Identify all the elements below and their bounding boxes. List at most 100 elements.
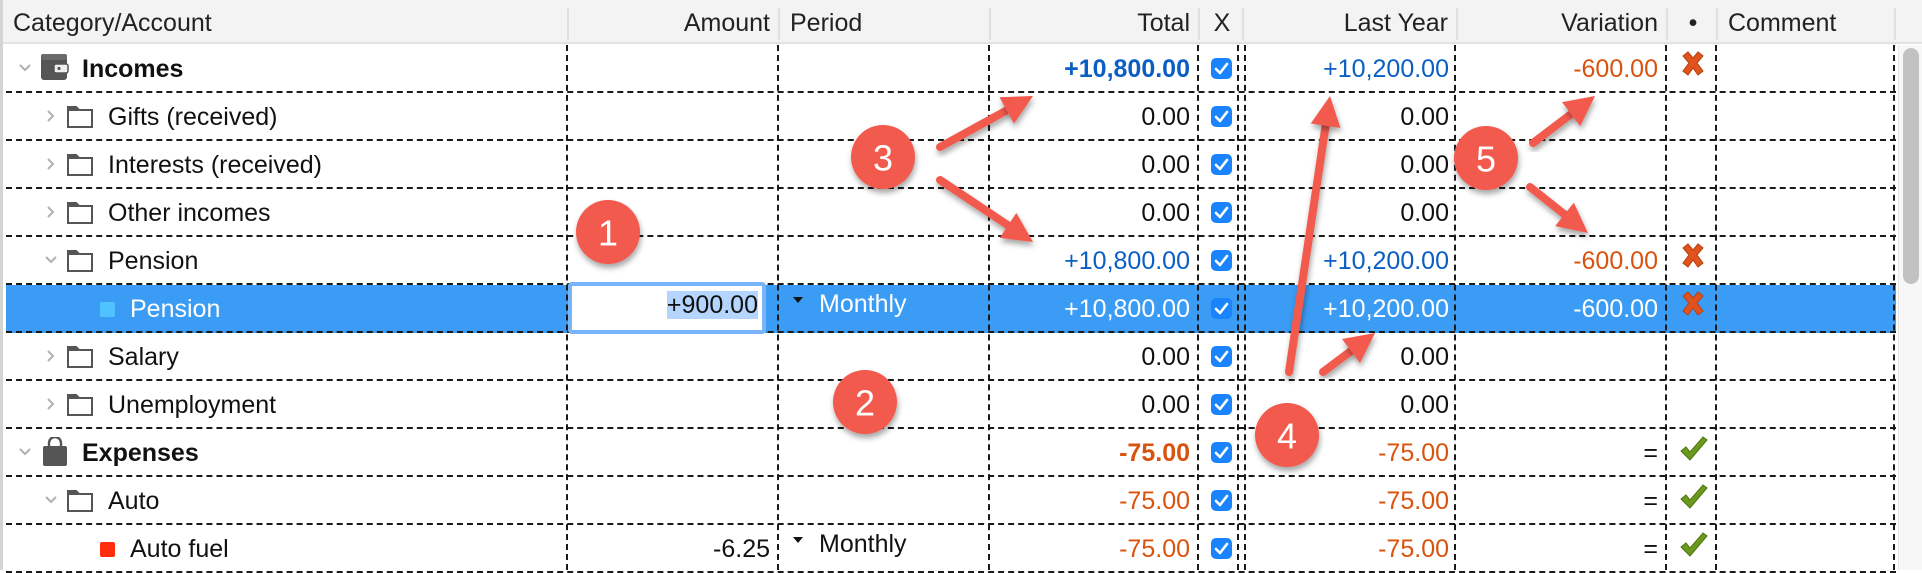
- table-row[interactable]: Incomes +10,800.00 +10,200.00 -600.00: [6, 45, 1896, 93]
- include-checkbox[interactable]: [1200, 333, 1240, 379]
- chevron-down-icon[interactable]: [18, 445, 31, 457]
- chevron-right-icon[interactable]: [44, 157, 56, 170]
- last-year-cell: +10,200.00: [1323, 247, 1449, 275]
- amount-cell[interactable]: -6.25: [569, 525, 780, 571]
- comment-cell[interactable]: [1718, 381, 1896, 427]
- chevron-right-icon[interactable]: [44, 205, 56, 218]
- table-header: Category/Account Amount Period Total X L…: [3, 0, 1922, 44]
- checkbox-checked-icon[interactable]: [1211, 394, 1232, 415]
- variation-cell: =: [1643, 487, 1658, 515]
- amount-cell[interactable]: [569, 93, 780, 139]
- table-row[interactable]: Gifts (received) 0.00 0.00: [6, 93, 1896, 141]
- column-header-comment[interactable]: Comment: [1718, 0, 1896, 42]
- amount-cell[interactable]: [569, 381, 780, 427]
- table-row[interactable]: Other incomes 0.00 0.00: [6, 189, 1896, 237]
- checkbox-checked-icon[interactable]: [1211, 250, 1232, 271]
- table-row[interactable]: Unemployment 0.00 0.00: [6, 381, 1896, 429]
- chevron-down-icon[interactable]: [44, 493, 57, 505]
- total-cell: 0.00: [1141, 199, 1190, 227]
- amount-cell[interactable]: [569, 45, 780, 91]
- comment-cell[interactable]: [1718, 189, 1896, 235]
- table-row[interactable]: Auto -75.00 -75.00 =: [6, 477, 1896, 525]
- include-checkbox[interactable]: [1200, 237, 1240, 283]
- amount-cell[interactable]: [569, 237, 780, 283]
- period-dropdown-arrow-icon[interactable]: [793, 537, 803, 543]
- total-cell: 0.00: [1141, 103, 1190, 131]
- include-checkbox[interactable]: [1200, 477, 1240, 523]
- column-header-last-year[interactable]: Last Year: [1244, 0, 1458, 42]
- column-header-amount[interactable]: Amount: [569, 0, 780, 42]
- table-row[interactable]: Auto fuel -6.25 Monthly -75.00 -75.00 =: [6, 525, 1896, 573]
- last-year-cell: +10,200.00: [1323, 55, 1449, 83]
- category-name: Incomes: [82, 55, 184, 83]
- include-checkbox[interactable]: [1200, 189, 1240, 235]
- checkbox-checked-icon[interactable]: [1211, 346, 1232, 367]
- comment-cell[interactable]: [1718, 285, 1896, 331]
- comment-cell[interactable]: [1718, 477, 1896, 523]
- column-header-total[interactable]: Total: [991, 0, 1200, 42]
- period-dropdown-arrow-icon[interactable]: [793, 297, 803, 303]
- cross-icon: [1678, 289, 1708, 324]
- total-cell: 0.00: [1141, 343, 1190, 371]
- last-year-cell: 0.00: [1400, 391, 1449, 419]
- amount-cell[interactable]: [569, 141, 780, 187]
- column-header-period[interactable]: Period: [780, 0, 991, 42]
- table-row[interactable]: Expenses -75.00 -75.00 =: [6, 429, 1896, 477]
- category-name: Expenses: [82, 439, 199, 467]
- comment-cell[interactable]: [1718, 525, 1896, 571]
- variation-cell: [1457, 189, 1668, 235]
- period-cell[interactable]: Monthly: [809, 285, 989, 331]
- table-row[interactable]: Interests (received) 0.00 0.00: [6, 141, 1896, 189]
- include-checkbox[interactable]: [1200, 45, 1240, 91]
- checkbox-checked-icon[interactable]: [1211, 106, 1232, 127]
- checkbox-checked-icon[interactable]: [1211, 538, 1232, 559]
- table-row[interactable]: Salary 0.00 0.00: [6, 333, 1896, 381]
- table-row[interactable]: Pension +10,800.00 +10,200.00 -600.00: [6, 237, 1896, 285]
- comment-cell[interactable]: [1718, 237, 1896, 283]
- checkbox-checked-icon[interactable]: [1211, 58, 1232, 79]
- table-row[interactable]: Pension Monthly +10,800.00 +10,200.00 -600.0…: [6, 285, 1896, 333]
- checkbox-checked-icon[interactable]: [1211, 442, 1232, 463]
- comment-cell[interactable]: [1718, 93, 1896, 139]
- comment-cell[interactable]: [1718, 333, 1896, 379]
- category-name: Pension: [108, 247, 199, 275]
- check-icon: [1678, 530, 1708, 565]
- cross-icon: [1678, 241, 1708, 276]
- amount-edit-input[interactable]: +900.00: [568, 282, 766, 334]
- total-cell: -75.00: [1119, 535, 1190, 563]
- last-year-cell: 0.00: [1400, 343, 1449, 371]
- folder-icon: [66, 199, 94, 230]
- amount-cell[interactable]: [569, 477, 780, 523]
- comment-cell[interactable]: [1718, 141, 1896, 187]
- checkbox-checked-icon[interactable]: [1211, 202, 1232, 223]
- chevron-right-icon[interactable]: [44, 109, 56, 122]
- amount-cell[interactable]: [569, 333, 780, 379]
- chevron-down-icon[interactable]: [18, 61, 31, 73]
- checkbox-checked-icon[interactable]: [1211, 298, 1232, 319]
- include-checkbox[interactable]: [1200, 141, 1240, 187]
- column-header-category[interactable]: Category/Account: [3, 0, 569, 42]
- chevron-right-icon[interactable]: [44, 349, 56, 362]
- column-header-x[interactable]: X: [1200, 0, 1244, 42]
- checkbox-checked-icon[interactable]: [1211, 154, 1232, 175]
- total-cell: -75.00: [1119, 439, 1190, 467]
- amount-cell[interactable]: [569, 429, 780, 475]
- include-checkbox[interactable]: [1200, 429, 1240, 475]
- total-cell: 0.00: [1141, 151, 1190, 179]
- checkbox-checked-icon[interactable]: [1211, 490, 1232, 511]
- comment-cell[interactable]: [1718, 429, 1896, 475]
- amount-edit-value[interactable]: +900.00: [666, 291, 758, 319]
- column-header-status[interactable]: •: [1668, 0, 1718, 42]
- include-checkbox[interactable]: [1200, 381, 1240, 427]
- amount-cell[interactable]: [569, 189, 780, 235]
- include-checkbox[interactable]: [1200, 93, 1240, 139]
- column-header-variation[interactable]: Variation: [1458, 0, 1668, 42]
- chevron-down-icon[interactable]: [44, 253, 57, 265]
- period-cell[interactable]: Monthly: [809, 525, 989, 571]
- last-year-cell: +10,200.00: [1323, 295, 1449, 323]
- scrollbar-thumb[interactable]: [1903, 48, 1919, 284]
- include-checkbox[interactable]: [1200, 525, 1240, 571]
- chevron-right-icon[interactable]: [44, 397, 56, 410]
- include-checkbox[interactable]: [1200, 285, 1240, 331]
- comment-cell[interactable]: [1718, 45, 1896, 91]
